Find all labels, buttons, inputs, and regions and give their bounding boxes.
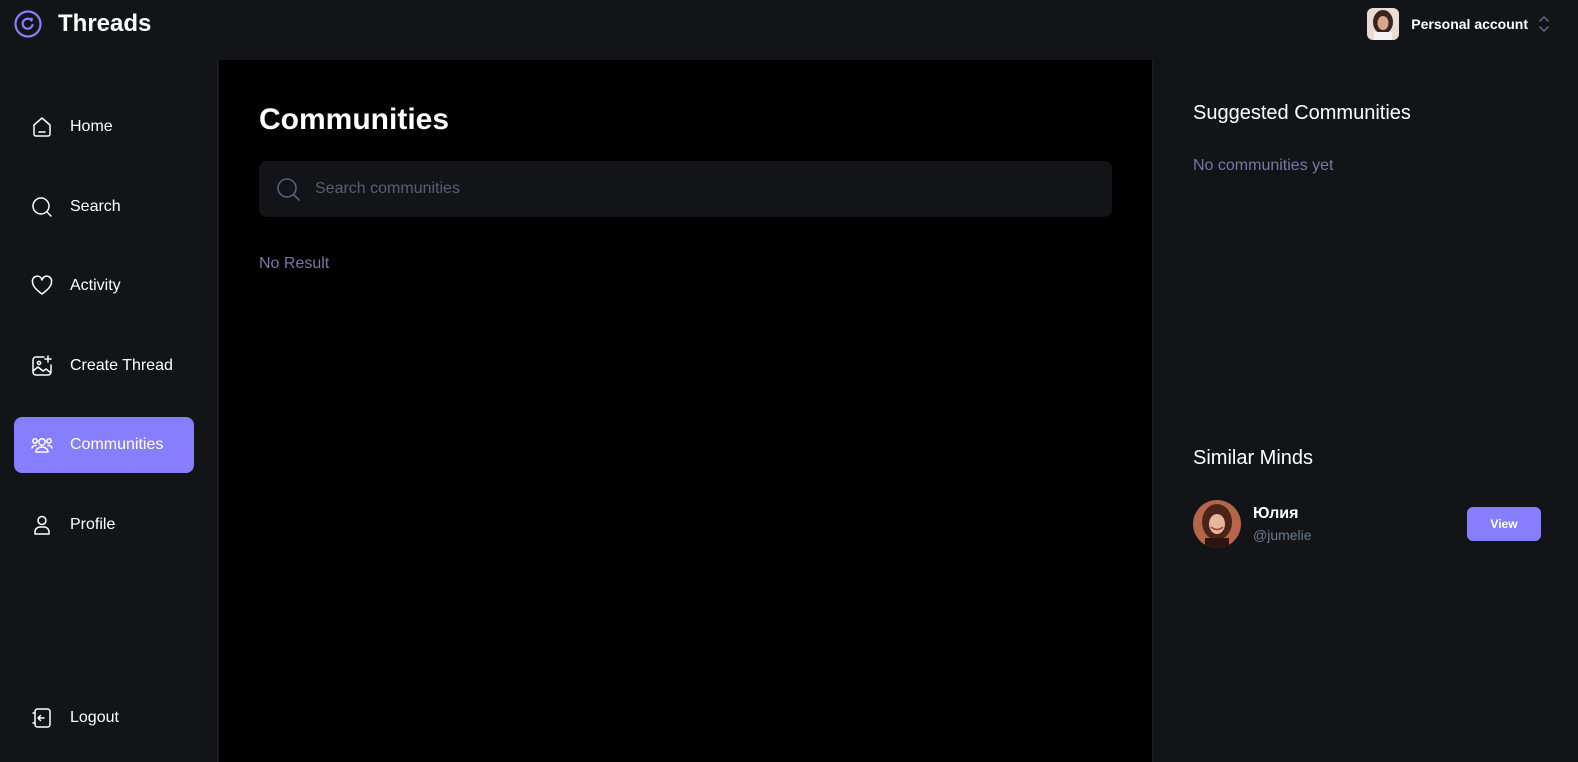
right-sidebar: Suggested Communities No communities yet… (1152, 60, 1578, 762)
threads-logo-icon[interactable] (14, 10, 42, 38)
top-bar: Threads Personal account (0, 0, 1578, 60)
sidebar-item-communities[interactable]: Communities (14, 417, 194, 473)
chevron-up-down-icon (1539, 15, 1549, 33)
logout-button[interactable]: Logout (14, 690, 194, 746)
suggested-communities-empty: No communities yet (1193, 157, 1334, 174)
main-content: Communities No Result (219, 60, 1152, 762)
user-avatar-icon[interactable] (1193, 500, 1241, 548)
logout-label: Logout (70, 709, 119, 726)
search-input[interactable] (315, 180, 1075, 198)
sidebar-item-label: Create Thread (70, 357, 173, 374)
suggested-communities-title: Suggested Communities (1193, 102, 1411, 124)
user-avatar-icon (1367, 8, 1400, 40)
home-icon (33, 117, 51, 137)
sidebar-item-label: Profile (70, 516, 116, 533)
sidebar-item-create-thread[interactable]: Create Thread (14, 338, 194, 394)
sidebar-item-activity[interactable]: Activity (14, 258, 194, 314)
sidebar-item-home[interactable]: Home (14, 99, 194, 155)
similar-minds-title: Similar Minds (1193, 447, 1314, 469)
account-label: Personal account (1411, 16, 1528, 32)
sidebar-item-label: Activity (70, 277, 121, 294)
user-card: Юлия @jumelie View (1193, 500, 1541, 550)
sidebar-item-label: Communities (70, 436, 164, 453)
create-image-icon (32, 355, 52, 376)
heart-icon (31, 275, 53, 295)
account-switcher[interactable]: Personal account (1367, 8, 1550, 40)
sidebar-item-label: Home (70, 118, 113, 135)
communities-icon (31, 438, 53, 453)
logout-icon (32, 708, 51, 728)
user-name: Юлия (1253, 505, 1299, 522)
user-handle: @jumelie (1253, 527, 1312, 543)
sidebar-item-profile[interactable]: Profile (14, 497, 194, 553)
search-icon (277, 178, 300, 201)
search-bar[interactable] (259, 161, 1112, 217)
view-user-button[interactable]: View (1467, 507, 1541, 541)
sidebar-item-label: Search (70, 198, 121, 215)
left-sidebar: Home Search Activity Create Thread Commu… (0, 60, 218, 762)
search-icon (32, 197, 52, 217)
no-result-text: No Result (259, 255, 330, 272)
profile-icon (34, 515, 50, 535)
page-title: Communities (259, 103, 450, 136)
brand-name[interactable]: Threads (58, 9, 151, 39)
sidebar-item-search[interactable]: Search (14, 179, 194, 235)
